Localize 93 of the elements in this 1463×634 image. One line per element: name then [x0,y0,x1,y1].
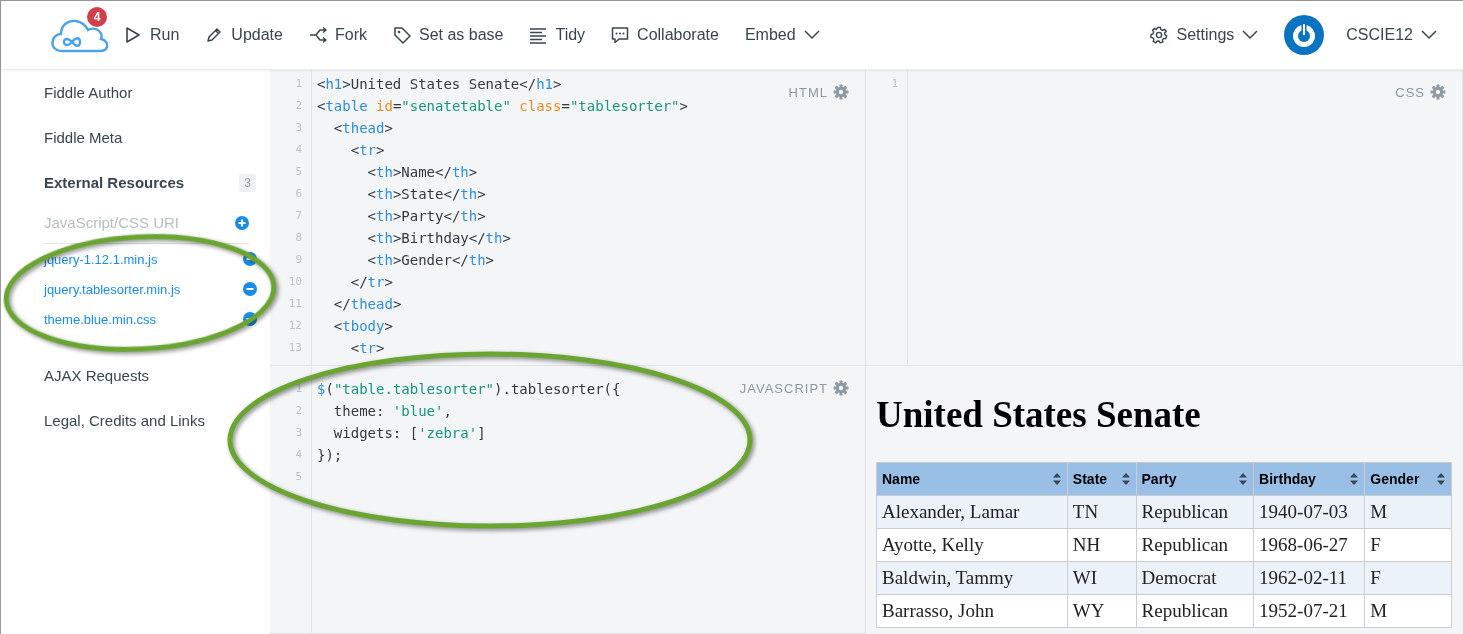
panel-label: HTML [788,84,828,100]
code-line: <table id="senatetable" class="tablesorter"> [317,97,688,116]
column-header[interactable]: Gender [1364,462,1452,496]
uri-input-field[interactable]: JavaScript/CSS URI [44,214,214,231]
code-line: <th>Party</th> [366,207,487,226]
panel-label: JAVASCRIPT [739,380,828,396]
toolbar-button[interactable]: Tidy [529,22,586,48]
sidebar-item[interactable]: Legal, Credits and Links [44,398,256,443]
sidebar-item[interactable]: External Resources 3 [44,160,256,205]
toolbar-button[interactable]: Set as base [392,22,504,48]
code-line: theme: 'blue', [332,402,453,421]
table-cell: WY [1067,594,1137,628]
count-badge: 3 [239,173,256,192]
settings-button[interactable]: Settings [1150,22,1259,48]
user-menu[interactable]: CSCIE12 [1284,11,1437,59]
toolbar-button[interactable]: Fork [308,22,367,48]
sidebar-item-label: Legal, Credits and Links [44,412,205,429]
resource-link[interactable]: theme.blue.min.css [44,311,156,327]
resource-link[interactable]: jquery-1.12.1.min.js [44,251,158,267]
sidebar-item[interactable]: AJAX Requests [44,353,256,398]
table-cell: Ayotte, Kelly [876,528,1068,562]
sidebar-item-label: External Resources [44,174,185,191]
table-cell: M [1364,495,1452,529]
sidebar-item-label: Fiddle Meta [44,129,123,146]
code-line: <th>Name</th> [366,163,479,182]
sort-icon [1436,472,1446,486]
code-line: <h1>United States Senate</h1> [317,75,563,94]
settings-icon [1150,26,1169,44]
code-line: <th>Birthday</th> [366,229,512,248]
table-cell: Alexander, Lamar [876,495,1068,529]
pencil-icon [205,26,224,44]
table-cell: 1962-02-11 [1253,561,1365,595]
table-cell: Republican [1136,495,1254,529]
table-cell: F [1364,528,1452,562]
code-line: <tr> [349,141,386,160]
code-line: <tr> [349,339,386,358]
sort-icon [1238,472,1249,486]
code-line: </thead> [332,295,403,314]
toolbar-button[interactable]: Collaborate [611,22,719,48]
table-cell: M [1364,594,1452,628]
table-cell: Baldwin, Tammy [876,561,1068,595]
sidebar-item[interactable]: Fiddle Meta [44,115,256,160]
sidebar-item[interactable]: Fiddle Author [44,70,256,115]
fork-icon [308,26,327,44]
code-line: </tr> [349,273,394,292]
column-header[interactable]: Birthday [1253,462,1365,496]
table-cell: WI [1067,561,1137,595]
resource-link[interactable]: jquery.tablesorter.min.js [44,281,181,297]
sort-icon [1120,472,1131,486]
add-icon [235,215,249,230]
panel-label: CSS [1395,84,1425,100]
settings-icon[interactable] [833,380,849,396]
sidebar-item-label: AJAX Requests [44,367,150,384]
code-line: <tbody> [332,317,394,336]
code-line: <th>Gender</th> [366,251,496,270]
code-line: widgets: ['zebra'] [332,424,487,443]
tag-icon [392,26,411,44]
chat-icon [611,26,630,44]
code-line: }); [317,446,344,465]
sort-icon [1349,472,1360,486]
table-cell: 1968-06-27 [1253,528,1365,562]
toolbar-button[interactable]: Update [205,22,283,48]
code-line: <th>State</th> [366,185,487,204]
caret-icon [1242,30,1259,40]
table-cell: NH [1067,528,1137,562]
table-cell: F [1364,561,1452,595]
code-line: $("table.tablesorter").tablesorter({ [317,380,621,399]
table-cell: Republican [1136,594,1254,628]
remove-icon[interactable] [243,312,257,326]
code-line: <thead> [332,119,394,138]
toolbar-button[interactable]: Embed [744,22,820,48]
text-lines-icon [529,26,548,44]
table-cell: TN [1067,495,1137,529]
column-header[interactable]: Party [1136,462,1254,496]
settings-icon[interactable] [1430,84,1446,100]
table-cell: Republican [1136,528,1254,562]
sort-icon [1051,472,1062,486]
remove-icon[interactable] [243,252,257,266]
table-cell: 1952-07-21 [1253,594,1365,628]
settings-icon[interactable] [833,84,849,100]
avatar-icon [1284,15,1325,55]
table-cell: Barrasso, John [876,594,1068,628]
table-cell: 1940-07-03 [1253,495,1365,529]
notification-badge: 4 [87,7,107,27]
sidebar-item-label: Fiddle Author [44,84,133,101]
remove-icon[interactable] [243,282,257,296]
column-header[interactable]: State [1067,462,1137,496]
column-header[interactable]: Name [876,462,1068,496]
result-heading: United States Senate [876,393,1202,436]
toolbar-button[interactable]: Run [124,22,180,48]
table-cell: Democrat [1136,561,1254,595]
play-icon [124,26,142,44]
caret-icon [1421,30,1437,40]
